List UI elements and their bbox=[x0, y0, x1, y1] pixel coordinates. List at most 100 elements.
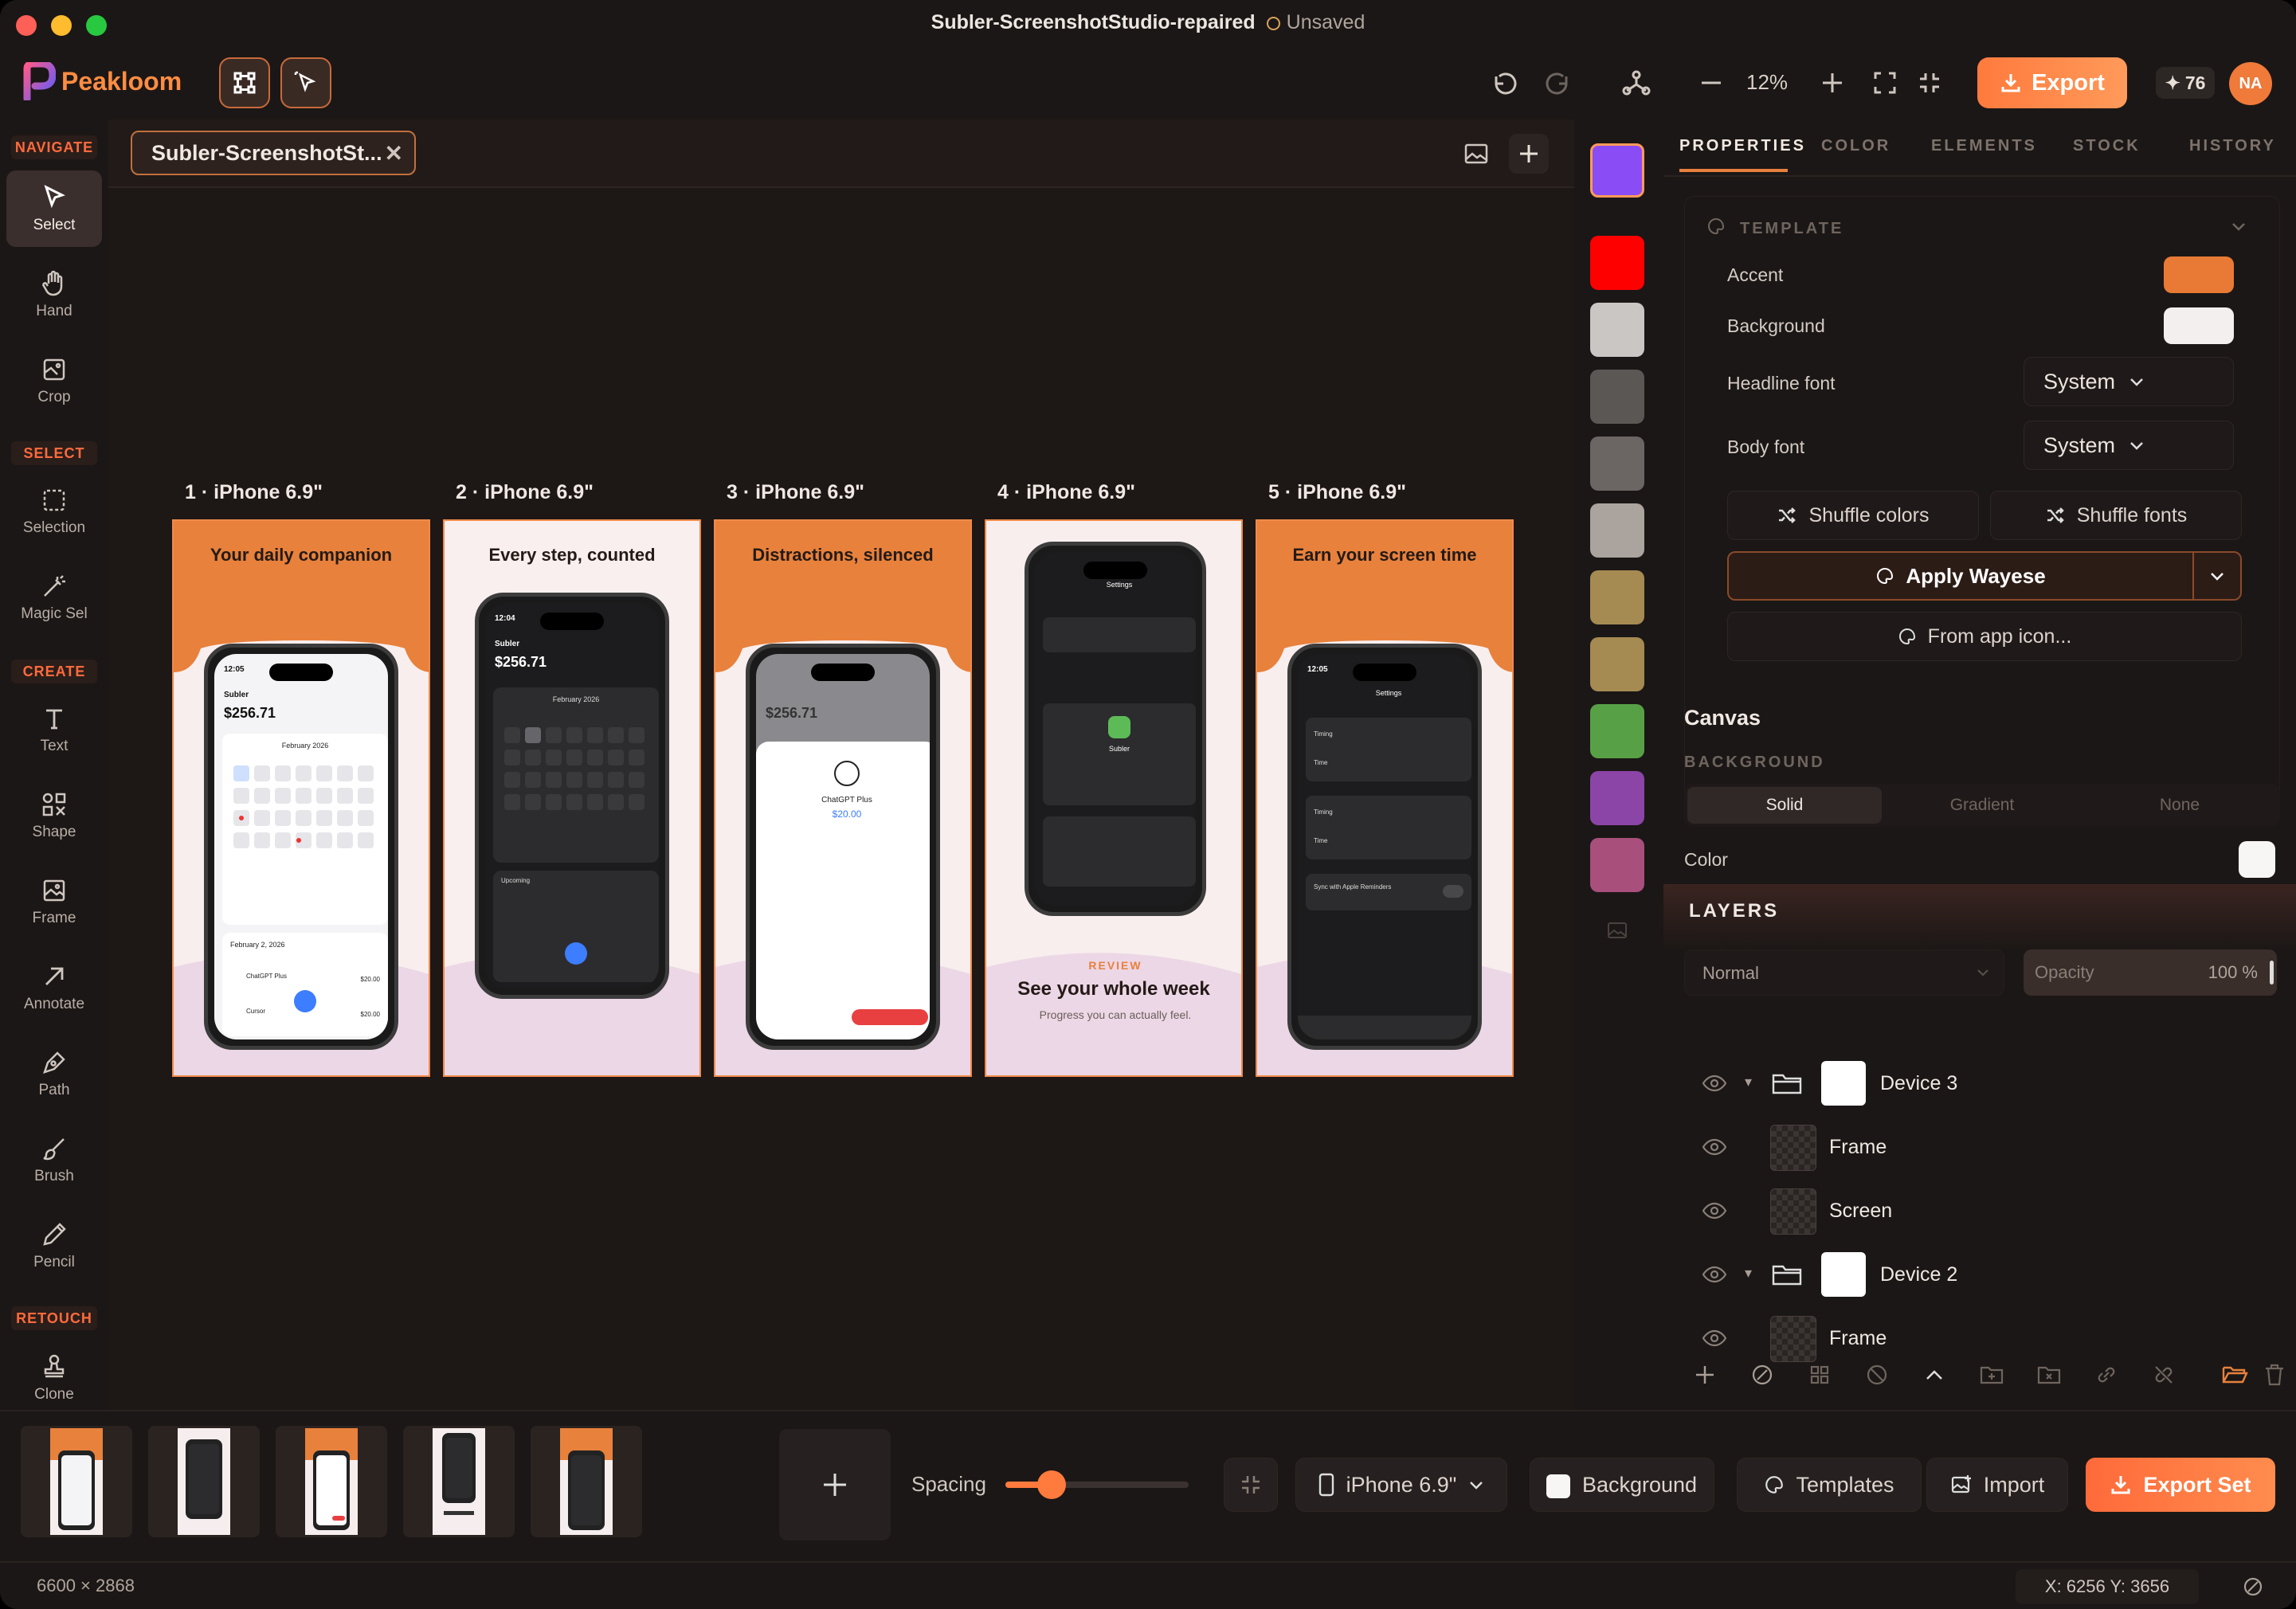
open-folder-icon[interactable] bbox=[2221, 1362, 2248, 1388]
body-font-select[interactable]: System bbox=[2024, 421, 2234, 470]
tab-elements[interactable]: ELEMENTS bbox=[1931, 137, 2037, 155]
eye-icon[interactable] bbox=[1702, 1263, 1727, 1286]
zoom-level[interactable]: 12% bbox=[1746, 70, 1788, 95]
tool-select[interactable]: Select bbox=[6, 170, 102, 247]
unlink-icon[interactable] bbox=[2151, 1362, 2176, 1388]
trash-icon[interactable] bbox=[2263, 1362, 2286, 1388]
share-graph-icon[interactable] bbox=[1620, 67, 1652, 99]
swatch[interactable] bbox=[1590, 370, 1644, 424]
add-layer-icon[interactable] bbox=[1692, 1362, 1718, 1388]
disclosure-triangle-icon[interactable]: ▾ bbox=[1745, 1265, 1752, 1282]
add-tab-button[interactable] bbox=[1509, 134, 1549, 174]
folder-remove-icon[interactable] bbox=[2036, 1362, 2062, 1388]
avatar[interactable]: NA bbox=[2229, 62, 2272, 105]
swatch[interactable] bbox=[1590, 704, 1644, 758]
layer-row[interactable]: Frame bbox=[1683, 1308, 2288, 1370]
swatch[interactable] bbox=[1590, 637, 1644, 691]
blend-mode-select[interactable]: Normal bbox=[1684, 949, 2004, 996]
screenshot-4[interactable]: Settings Subler REVIEW See your whole we… bbox=[985, 519, 1243, 1077]
from-app-icon-button[interactable]: From app icon... bbox=[1727, 612, 2242, 661]
import-button[interactable]: Import bbox=[1926, 1458, 2068, 1512]
templates-button[interactable]: Templates bbox=[1737, 1458, 1922, 1512]
document-tab[interactable]: Subler-ScreenshotSt... ✕ bbox=[131, 131, 416, 175]
tab-properties[interactable]: PROPERTIES bbox=[1679, 137, 1806, 155]
layer-row[interactable]: ▾ Device 3 bbox=[1683, 1053, 2288, 1115]
screenshot-3[interactable]: Distractions, silenced $256.71 ChatGPT P… bbox=[714, 519, 972, 1077]
segment-solid[interactable]: Solid bbox=[1687, 787, 1882, 824]
tool-pencil[interactable]: Pencil bbox=[6, 1208, 102, 1284]
background-button[interactable]: Background bbox=[1530, 1458, 1714, 1512]
screenshot-5[interactable]: Earn your screen time 12:05 Settings Tim… bbox=[1256, 519, 1514, 1077]
tool-brush[interactable]: Brush bbox=[6, 1122, 102, 1198]
spacing-slider-handle[interactable] bbox=[1037, 1470, 1066, 1499]
opacity-handle[interactable] bbox=[2270, 961, 2274, 985]
tool-path[interactable]: Path bbox=[6, 1035, 102, 1112]
collapse-button[interactable] bbox=[1224, 1458, 1278, 1512]
tab-history[interactable]: HISTORY bbox=[2189, 137, 2276, 155]
shuffle-fonts-button[interactable]: Shuffle fonts bbox=[1990, 491, 2242, 540]
segment-none[interactable]: None bbox=[2082, 787, 2277, 824]
export-button[interactable]: Export bbox=[1977, 57, 2127, 108]
canvas-area[interactable]: Subler-ScreenshotSt... ✕ 1 · iPhone 6.9"… bbox=[108, 119, 1574, 1410]
canvas-color-swatch[interactable] bbox=[2239, 841, 2275, 878]
headline-font-select[interactable]: System bbox=[2024, 357, 2234, 406]
layer-row[interactable]: Frame bbox=[1683, 1117, 2288, 1179]
chevron-down-icon[interactable] bbox=[2229, 217, 2248, 236]
screen-thumbnail[interactable] bbox=[531, 1426, 642, 1537]
settings-icon[interactable] bbox=[2242, 1576, 2264, 1598]
shuffle-colors-button[interactable]: Shuffle colors bbox=[1727, 491, 1979, 540]
close-tab-icon[interactable]: ✕ bbox=[385, 140, 403, 166]
tool-annotate[interactable]: Annotate bbox=[6, 949, 102, 1026]
undo-icon[interactable] bbox=[1488, 67, 1520, 99]
disclosure-triangle-icon[interactable]: ▾ bbox=[1745, 1074, 1752, 1090]
tool-frame[interactable]: Frame bbox=[6, 863, 102, 940]
mask-icon[interactable] bbox=[1864, 1362, 1890, 1388]
eye-icon[interactable] bbox=[1702, 1200, 1727, 1222]
swatch[interactable] bbox=[1590, 570, 1644, 624]
accent-color-swatch[interactable] bbox=[2164, 256, 2234, 293]
layer-row[interactable]: Screen bbox=[1683, 1180, 2288, 1243]
style-icon[interactable] bbox=[1749, 1362, 1775, 1388]
swatch[interactable] bbox=[1590, 838, 1644, 892]
swatch[interactable] bbox=[1590, 303, 1644, 357]
direct-select-button[interactable] bbox=[280, 57, 331, 108]
transform-tool-button[interactable] bbox=[219, 57, 270, 108]
tab-stock[interactable]: STOCK bbox=[2073, 137, 2141, 155]
tool-magic-selection[interactable]: Magic Sel bbox=[6, 559, 102, 636]
tool-crop[interactable]: Crop bbox=[6, 343, 102, 419]
link-icon[interactable] bbox=[2094, 1362, 2119, 1388]
screenshot-1[interactable]: Your daily companion 12:05 Subler $256.7… bbox=[172, 519, 430, 1077]
credits-badge[interactable]: ✦ 76 bbox=[2156, 67, 2215, 99]
image-icon[interactable] bbox=[1463, 140, 1490, 167]
background-color-swatch[interactable] bbox=[2164, 307, 2234, 344]
apply-template-button[interactable]: Apply Wayese bbox=[1727, 551, 2192, 601]
swatch[interactable] bbox=[1590, 503, 1644, 558]
redo-icon[interactable] bbox=[1542, 67, 1574, 99]
swatch[interactable] bbox=[1590, 437, 1644, 491]
opacity-slider[interactable]: Opacity 100 % bbox=[2024, 949, 2277, 996]
add-screen-button[interactable] bbox=[779, 1429, 891, 1540]
tool-clone[interactable]: Clone bbox=[6, 1340, 102, 1416]
swatch[interactable] bbox=[1590, 236, 1644, 290]
screen-thumbnail[interactable] bbox=[276, 1426, 387, 1537]
tool-shape[interactable]: Shape bbox=[6, 777, 102, 854]
screen-thumbnail[interactable] bbox=[148, 1426, 260, 1537]
collapse-icon[interactable] bbox=[1914, 67, 1945, 99]
zoom-in-icon[interactable] bbox=[1816, 67, 1848, 99]
export-set-button[interactable]: Export Set bbox=[2086, 1458, 2275, 1512]
swatch-selected[interactable] bbox=[1590, 143, 1644, 198]
fit-screen-icon[interactable] bbox=[1869, 67, 1901, 99]
move-up-icon[interactable] bbox=[1922, 1362, 1947, 1388]
new-folder-icon[interactable] bbox=[1979, 1362, 2004, 1388]
tool-hand[interactable]: Hand bbox=[6, 256, 102, 333]
swatch[interactable] bbox=[1590, 771, 1644, 825]
screen-thumbnail[interactable] bbox=[403, 1426, 515, 1537]
grid-icon[interactable] bbox=[1807, 1362, 1832, 1388]
tab-color[interactable]: COLOR bbox=[1821, 137, 1890, 155]
layer-row[interactable]: ▾ Device 2 bbox=[1683, 1244, 2288, 1306]
zoom-out-icon[interactable] bbox=[1695, 67, 1727, 99]
apply-options-button[interactable] bbox=[2192, 551, 2242, 601]
tool-selection[interactable]: Selection bbox=[6, 473, 102, 550]
eye-icon[interactable] bbox=[1702, 1072, 1727, 1094]
eye-icon[interactable] bbox=[1702, 1136, 1727, 1158]
